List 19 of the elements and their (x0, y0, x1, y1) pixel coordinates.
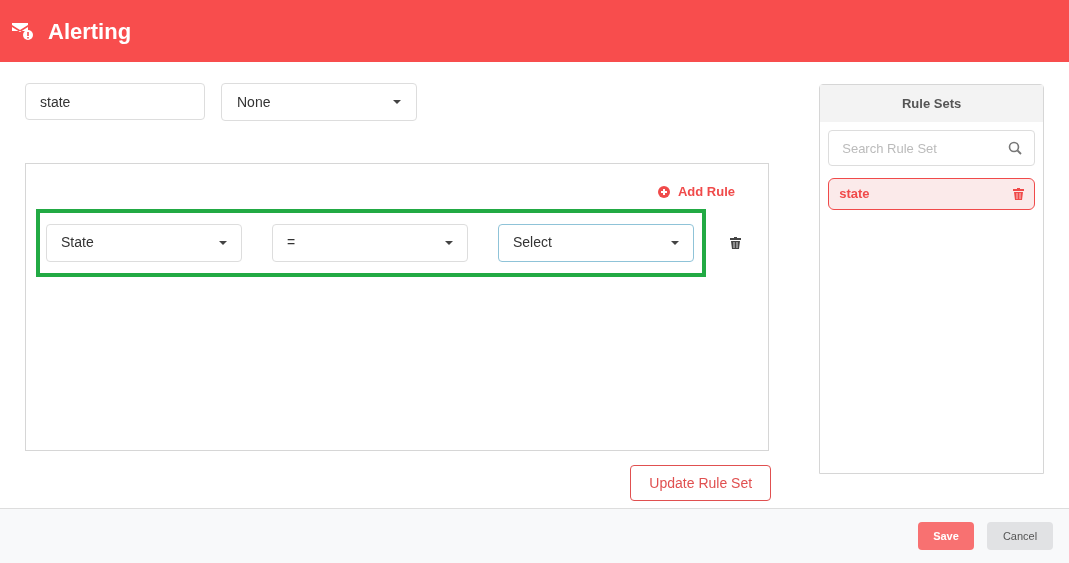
search-icon (1008, 141, 1022, 155)
add-rule-link[interactable]: Add Rule (657, 182, 735, 202)
rule-dropdown[interactable]: State (46, 223, 242, 262)
rule-dropdown[interactable]: = (272, 223, 468, 262)
mail-alert-icon (12, 21, 34, 41)
caret-icon (393, 100, 401, 104)
plus-circle-icon (657, 185, 670, 198)
caret-icon (445, 240, 453, 245)
panel-title: Rule Sets (820, 85, 1043, 122)
cancel-button[interactable]: Cancel (987, 522, 1053, 550)
name-field[interactable]: state (25, 83, 205, 120)
trash-icon[interactable] (730, 236, 741, 249)
caret-icon (671, 240, 679, 245)
page-title: Alerting (48, 17, 132, 46)
rule-dropdown[interactable]: Select (498, 223, 694, 262)
type-dropdown[interactable]: None (221, 83, 417, 121)
search-field[interactable]: Search Rule Set (828, 130, 1035, 166)
caret-icon (219, 240, 227, 245)
update-rule-set-button[interactable]: Update Rule Set (630, 465, 772, 501)
